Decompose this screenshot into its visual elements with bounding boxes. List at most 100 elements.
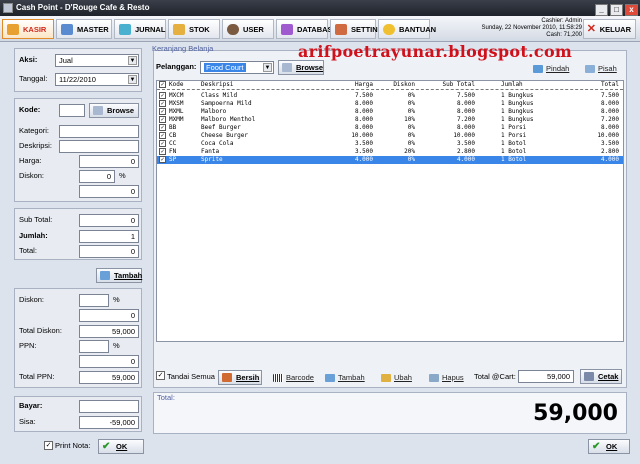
row-checkbox[interactable]: ✓ xyxy=(159,148,166,155)
discount-tax-panel: Diskon: % 0 Total Diskon: 59,000 PPN: % … xyxy=(14,288,142,388)
logout-button[interactable]: ✕ KELUAR xyxy=(582,19,636,39)
check-icon: ✔ xyxy=(592,441,601,452)
table-row[interactable]: ✓ MXSM Sampoerna Mild 8.000 0% 8.000 1 Bungkus… xyxy=(157,100,623,108)
col-kode: Kode xyxy=(169,81,184,88)
ppn-percent-input[interactable] xyxy=(79,340,109,353)
jumlah-input[interactable]: 1 xyxy=(79,230,139,243)
menu-master[interactable]: MASTER xyxy=(56,19,112,39)
settings-icon xyxy=(335,24,347,35)
table-row[interactable]: ✓ SP Sprite 4.000 0% 4.000 1 Botol 4.000 xyxy=(157,156,623,164)
table-cell: 1 Bungkus xyxy=(501,100,534,107)
row-checkbox[interactable]: ✓ xyxy=(159,108,166,115)
table-cell: 10% xyxy=(404,116,415,123)
col-subtotal: Sub Total xyxy=(442,81,475,88)
diskon-percent-input[interactable]: 0 xyxy=(79,170,115,183)
table-cell: 8.000 xyxy=(600,108,619,115)
table-cell: 4.000 xyxy=(600,156,619,163)
move-button[interactable]: Pindah xyxy=(532,62,569,76)
menu-stok[interactable]: STOK xyxy=(168,19,220,39)
barcode-button[interactable]: Barcode xyxy=(272,371,314,385)
maximize-button[interactable]: □ xyxy=(610,4,623,16)
menu-bantuan[interactable]: BANTUAN xyxy=(378,19,436,39)
kode-input[interactable] xyxy=(59,104,85,117)
browse-item-button[interactable]: Browse xyxy=(89,103,139,118)
diskon-label: Diskon: xyxy=(19,171,45,180)
action-panel: Aksi: Jual ▼ Tanggal: 11/22/2010 ▼ xyxy=(14,48,142,92)
table-cell: 0% xyxy=(407,92,415,99)
aksi-select[interactable]: Jual ▼ xyxy=(55,54,139,67)
delete-icon xyxy=(429,374,439,382)
row-checkbox[interactable]: ✓ xyxy=(159,132,166,139)
database-icon xyxy=(281,24,293,35)
header-checkbox[interactable]: ✓ xyxy=(159,81,166,88)
chevron-down-icon: ▼ xyxy=(128,56,137,65)
table-row[interactable]: ✓ MXML Malboro 8.000 0% 8.000 1 Bungkus 8.000 xyxy=(157,108,623,116)
ok-right-button[interactable]: ✔ OK xyxy=(588,439,630,454)
row-checkbox[interactable]: ✓ xyxy=(159,92,166,99)
cart-caption: Keranjang Belanja xyxy=(152,44,214,53)
ok-left-button[interactable]: ✔ OK xyxy=(98,439,144,454)
tanggal-picker[interactable]: 11/22/2010 ▼ xyxy=(55,73,139,86)
browse-customer-button[interactable]: Browse xyxy=(278,60,324,75)
edit-button[interactable]: Ubah xyxy=(380,371,412,385)
grand-total-box: Total: 59,000 xyxy=(153,392,627,434)
browse-icon xyxy=(282,63,292,72)
add-cart-button[interactable]: Tambah xyxy=(324,371,365,385)
add-item-button[interactable]: Tambah xyxy=(96,268,142,283)
table-cell: 2.800 xyxy=(456,148,475,155)
row-checkbox[interactable]: ✓ xyxy=(159,140,166,147)
cashier-icon xyxy=(7,24,19,35)
user-icon xyxy=(227,24,239,35)
table-row[interactable]: ✓ MXCM Class Mild 7.500 0% 7.500 1 Bungkus 7.50… xyxy=(157,92,623,100)
table-cell: 1 Botol xyxy=(501,156,527,163)
app-window: Cash Point - D'Rouge Cafe & Resto _ □ x KA… xyxy=(0,0,640,464)
table-cell: BB xyxy=(169,124,177,131)
menu-jurnal[interactable]: JURNAL xyxy=(114,19,166,39)
table-row[interactable]: ✓ BB Beef Burger 8.000 0% 8.000 1 Porsi 8.000 xyxy=(157,124,623,132)
check-icon: ✔ xyxy=(102,441,111,452)
print-nota-checkbox[interactable]: ✓ xyxy=(44,441,53,450)
table-cell: 3.500 xyxy=(354,148,373,155)
print-button[interactable]: Cetak xyxy=(580,369,622,384)
col-diskon: Diskon xyxy=(393,81,415,88)
add-icon xyxy=(325,374,335,382)
row-checkbox[interactable]: ✓ xyxy=(159,156,166,163)
app-icon xyxy=(3,3,13,13)
print-nota-label: Print Nota: xyxy=(55,441,91,450)
close-button[interactable]: x xyxy=(625,4,638,16)
deskripsi-field xyxy=(59,140,139,153)
menu-kasir[interactable]: KASIR xyxy=(2,19,54,39)
table-row[interactable]: ✓ FN Fanta 3.500 20% 2.800 1 Botol 2.800 xyxy=(157,148,623,156)
table-row[interactable]: ✓ MXMM Malboro Menthol 8.000 10% 7.200 1 Bungk… xyxy=(157,116,623,124)
harga-label: Harga: xyxy=(19,156,42,165)
percent-sign: % xyxy=(113,341,120,350)
subtotal-field: 0 xyxy=(79,214,139,227)
table-cell: 0% xyxy=(407,140,415,147)
total-ppn-field: 59,000 xyxy=(79,371,139,384)
table-cell: 8.000 xyxy=(354,116,373,123)
table-row[interactable]: ✓ CB Cheese Burger 10.000 0% 10.000 1 Porsi 10.… xyxy=(157,132,623,140)
diskon2-percent-input[interactable] xyxy=(79,294,109,307)
minimize-button[interactable]: _ xyxy=(595,4,608,16)
pelanggan-select[interactable]: Food Court ▼ xyxy=(200,61,274,74)
table-cell: 0% xyxy=(407,100,415,107)
delete-button[interactable]: Hapus xyxy=(428,371,464,385)
table-cell: 7.200 xyxy=(600,116,619,123)
split-button[interactable]: Pisah xyxy=(584,62,617,76)
menu-user[interactable]: USER xyxy=(222,19,274,39)
table-cell: CB xyxy=(169,132,177,139)
select-all-checkbox[interactable]: ✓ xyxy=(156,371,165,380)
table-cell: 20% xyxy=(404,148,415,155)
table-cell: 8.000 xyxy=(354,124,373,131)
bayar-input[interactable] xyxy=(79,400,139,413)
table-cell: 10.000 xyxy=(453,132,475,139)
table-row[interactable]: ✓ CC Coca Cola 3.500 0% 3.500 1 Botol 3.500 xyxy=(157,140,623,148)
row-checkbox[interactable]: ✓ xyxy=(159,124,166,131)
menu-database[interactable]: DATABASE xyxy=(276,19,338,39)
table-cell: Class Mild xyxy=(201,92,238,99)
row-checkbox[interactable]: ✓ xyxy=(159,116,166,123)
clear-button[interactable]: Bersih xyxy=(218,370,262,385)
menu-setting[interactable]: SETTING xyxy=(330,19,384,39)
edit-icon xyxy=(381,374,391,382)
row-checkbox[interactable]: ✓ xyxy=(159,100,166,107)
